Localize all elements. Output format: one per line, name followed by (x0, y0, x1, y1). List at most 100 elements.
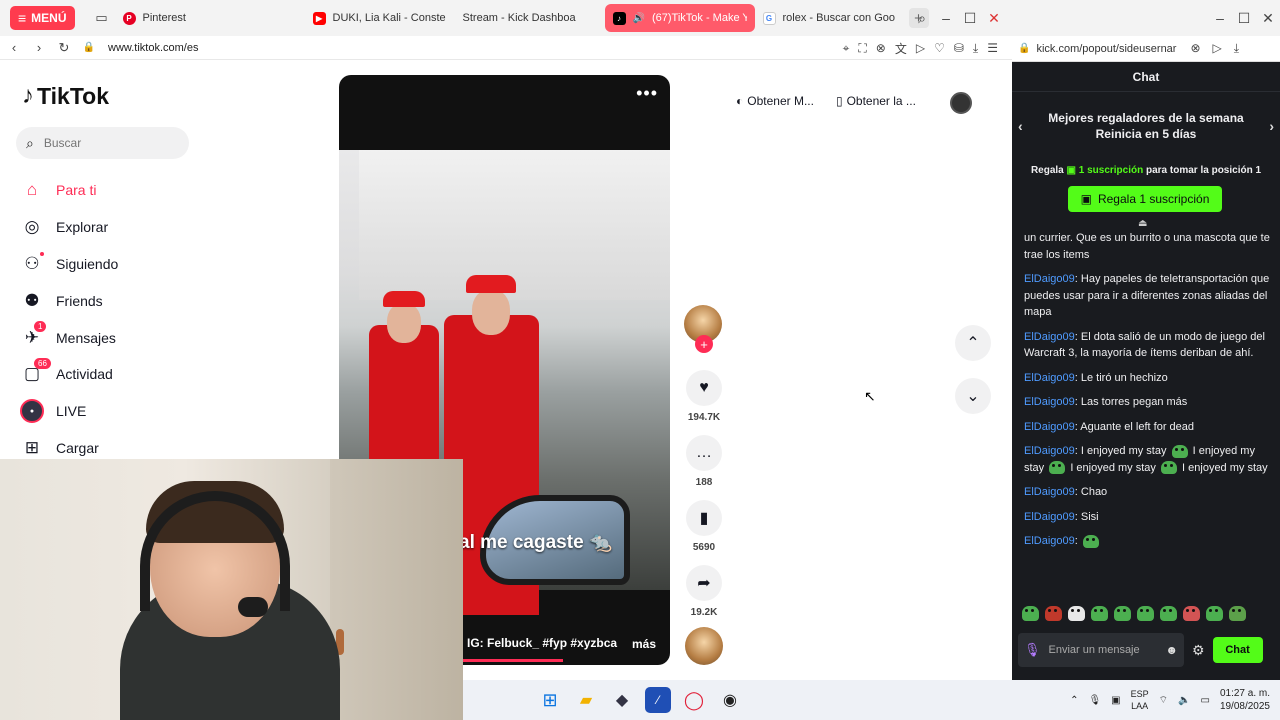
display-icon[interactable]: ▣ (1111, 695, 1120, 706)
site-info-icon[interactable]: 🔒 (78, 42, 100, 53)
url-field[interactable]: www.tiktok.com/es (108, 42, 198, 54)
nav-friends[interactable]: ⚉ Friends (20, 282, 320, 319)
play-icon[interactable]: ▷ (916, 41, 925, 55)
nav-explorar[interactable]: ◎ Explorar (20, 209, 320, 246)
share-action[interactable]: ➦ 19.2K (684, 565, 724, 618)
back-icon[interactable]: ‹ (3, 40, 25, 55)
clock[interactable]: 01:27 a. m. 19/08/2025 (1220, 687, 1270, 713)
heart-icon[interactable]: ♡ (934, 41, 945, 55)
chat-username[interactable]: ElDaigo09 (1024, 396, 1075, 408)
close-icon[interactable]: ✕ (982, 10, 1006, 27)
comment-icon[interactable]: … (686, 435, 722, 471)
download-icon[interactable]: ⤓ (1234, 41, 1239, 56)
pin-icon[interactable]: ⌖ (843, 41, 850, 56)
chat-input[interactable]: 🎙 Enviar un mensaje ☻ (1018, 633, 1184, 667)
video-description[interactable]: IG: Felbuck_ #fyp #xyzbca (467, 636, 617, 650)
menu-lines-icon[interactable]: ☰ (987, 41, 998, 55)
emote-icon[interactable] (1229, 606, 1246, 621)
microphone-icon[interactable]: 🎙 (1024, 642, 1041, 658)
more-link[interactable]: más (632, 637, 656, 651)
video-progress[interactable] (463, 659, 563, 662)
wifi-icon[interactable]: ⌔ (1159, 694, 1168, 707)
chevron-right-icon[interactable]: › (1269, 118, 1274, 134)
music-disc-avatar[interactable] (685, 627, 723, 665)
emote-icon[interactable] (1045, 606, 1062, 621)
get-app-button[interactable]: ▯ Obtener la ... (830, 90, 922, 112)
gear-icon[interactable]: ⚙ (1192, 642, 1205, 659)
emote-icon[interactable] (1206, 606, 1223, 621)
editor-icon[interactable]: ⁄ (645, 687, 671, 713)
translate-icon[interactable]: 文 (895, 40, 907, 57)
nav-mensajes[interactable]: ✈ 1 Mensajes (20, 319, 320, 356)
forward-icon[interactable]: › (28, 40, 50, 55)
tab-google[interactable]: G rolex - Buscar con Goo (755, 4, 905, 32)
volume-icon[interactable]: 🔈 (1178, 695, 1190, 706)
tab-manager-icon[interactable]: ▭ (89, 6, 115, 30)
chat-username[interactable]: ElDaigo09 (1024, 445, 1075, 457)
chat-username[interactable]: ElDaigo09 (1024, 372, 1075, 384)
tiktok-logo[interactable]: ♪ TikTok (22, 82, 109, 110)
chevron-left-icon[interactable]: ‹ (1018, 118, 1023, 134)
browser-menu-button[interactable]: ≡ MENÚ (10, 6, 75, 30)
emote-icon[interactable] (1068, 606, 1085, 621)
maximize-icon[interactable]: ☐ (958, 10, 982, 27)
nav-siguiendo[interactable]: ⚇ Siguiendo (20, 246, 320, 283)
previous-video-button[interactable]: ⌃ (955, 325, 991, 361)
chat-send-button[interactable]: Chat (1212, 637, 1263, 663)
minimize-icon[interactable]: – (934, 10, 958, 26)
tab-kick-dashboard[interactable]: K Stream - Kick Dashboa (455, 4, 1280, 680)
emote-icon[interactable] (1022, 606, 1039, 621)
obs-icon[interactable]: ◉ (717, 687, 743, 713)
heart-icon[interactable]: ♥ (686, 370, 722, 406)
gift-sub-button[interactable]: ▣ Regala 1 suscripción (1068, 186, 1222, 212)
emote-icon[interactable] (1137, 606, 1154, 621)
close-icon[interactable]: ✕ (1256, 10, 1280, 27)
tab-tiktok[interactable]: ♪ 🔊 (67)TikTok - Make Yo (604, 4, 755, 32)
microphone-icon[interactable]: 🎙 (1088, 695, 1101, 706)
collapse-pin-icon[interactable]: ⏏ (1138, 218, 1147, 229)
chat-username[interactable]: ElDaigo09 (1024, 331, 1075, 343)
follow-plus-icon[interactable]: + (695, 335, 713, 353)
nav-para-ti[interactable]: ⌂ Para ti (20, 172, 320, 209)
windows-start-icon[interactable]: ⊞ (537, 687, 563, 713)
emoji-icon[interactable]: ☻ (1165, 643, 1178, 657)
adblock-icon[interactable]: ⊗ (1190, 41, 1200, 56)
next-video-button[interactable]: ⌄ (955, 378, 991, 414)
tab-youtube[interactable]: ▶ DUKI, Lia Kali - Conste (305, 4, 455, 32)
get-coins-button[interactable]: ◐ Obtener M... (730, 90, 820, 112)
tab-pinterest[interactable]: P Pinterest (115, 4, 265, 32)
kick-url[interactable]: kick.com/popout/sideusernar (1036, 43, 1176, 55)
nav-actividad[interactable]: ▢ 66 Actividad (20, 356, 320, 393)
battery-icon[interactable]: ▭ (1200, 695, 1209, 706)
more-options-icon[interactable]: ••• (636, 83, 658, 104)
search-input[interactable] (43, 136, 164, 150)
site-info-icon[interactable]: 🔒 (1018, 43, 1030, 54)
search-box[interactable]: ⌕ (16, 127, 189, 159)
emote-icon[interactable] (1183, 606, 1200, 621)
search-tabs-icon[interactable]: ⌕ (910, 10, 934, 27)
chat-username[interactable]: ElDaigo09 (1024, 511, 1075, 523)
chat-username[interactable]: ElDaigo09 (1024, 421, 1075, 433)
app-cube-icon[interactable]: ◆ (609, 687, 635, 713)
emote-icon[interactable] (1114, 606, 1131, 621)
chat-username[interactable]: ElDaigo09 (1024, 535, 1075, 547)
account-icon[interactable]: ⛁ (954, 41, 964, 55)
creator-avatar[interactable]: + (684, 305, 722, 353)
like-action[interactable]: ♥ 194.7K (684, 370, 724, 423)
bookmark-icon[interactable]: ▮ (686, 500, 722, 536)
save-action[interactable]: ▮ 5690 (684, 500, 724, 553)
play-icon[interactable]: ▷ (1213, 41, 1222, 56)
file-explorer-icon[interactable]: ▰ (573, 687, 599, 713)
reload-icon[interactable]: ↻ (53, 40, 75, 56)
adblock-icon[interactable]: ⊗ (876, 41, 886, 55)
chat-username[interactable]: ElDaigo09 (1024, 273, 1075, 285)
profile-avatar[interactable] (950, 92, 972, 114)
maximize-icon[interactable]: ☐ (1232, 10, 1256, 27)
emote-icon[interactable] (1091, 606, 1108, 621)
chevron-up-icon[interactable]: ⌃ (1070, 695, 1078, 706)
language-indicator[interactable]: ESP LAA (1131, 688, 1149, 712)
comment-action[interactable]: … 188 (684, 435, 724, 488)
nav-live[interactable]: ● LIVE (20, 393, 320, 430)
screenshot-icon[interactable]: ⛶ (858, 41, 866, 56)
download-icon[interactable]: ⤓ (973, 41, 978, 56)
